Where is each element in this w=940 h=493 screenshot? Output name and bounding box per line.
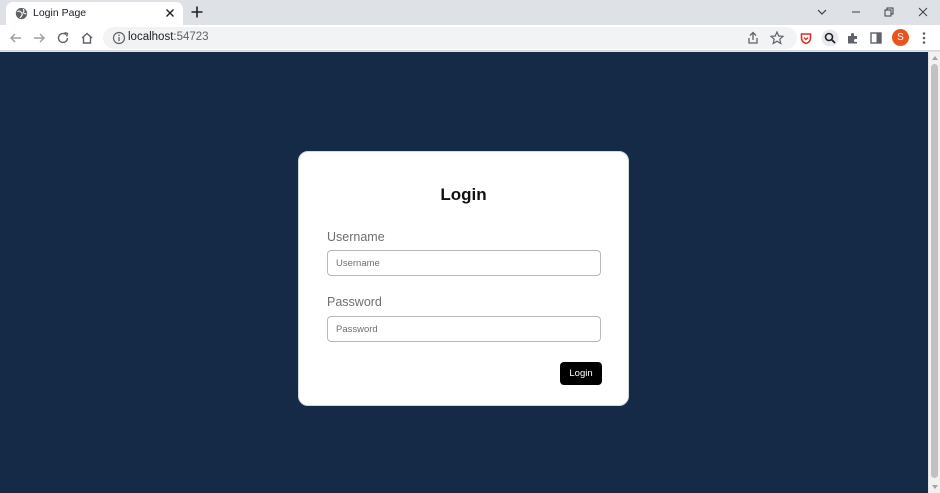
scrollbar-thumb[interactable] xyxy=(931,64,938,478)
extension-shield-icon[interactable] xyxy=(798,30,814,46)
forward-arrow-icon[interactable] xyxy=(31,30,47,46)
close-icon[interactable] xyxy=(164,7,176,19)
url-host: localhost xyxy=(128,31,174,43)
home-icon[interactable] xyxy=(79,30,95,46)
login-card: Login Username Password Login xyxy=(298,151,629,406)
password-input[interactable] xyxy=(327,316,601,342)
username-input[interactable] xyxy=(327,250,601,276)
tab-search-chevron-icon[interactable] xyxy=(814,4,830,20)
zoom-icon[interactable] xyxy=(821,29,839,47)
tab-strip: Login Page xyxy=(0,0,940,25)
minimize-icon[interactable] xyxy=(848,4,864,20)
profile-avatar[interactable]: S xyxy=(892,29,909,46)
share-icon[interactable] xyxy=(745,30,761,46)
side-panel-icon[interactable] xyxy=(868,30,884,46)
address-bar[interactable]: localhost:54723 xyxy=(103,27,797,49)
login-title: Login xyxy=(440,185,487,204)
url-port: :54723 xyxy=(173,31,209,43)
scroll-up-arrow-icon[interactable] xyxy=(932,56,938,60)
new-tab-icon[interactable] xyxy=(190,5,204,19)
scroll-down-arrow-icon[interactable] xyxy=(932,485,938,489)
browser-tab[interactable]: Login Page xyxy=(6,2,183,25)
password-label: Password xyxy=(327,295,382,309)
username-label: Username xyxy=(327,230,385,244)
restore-icon[interactable] xyxy=(881,4,897,20)
bookmark-star-icon[interactable] xyxy=(769,30,785,46)
window-close-icon[interactable] xyxy=(915,4,931,20)
page-viewport: Login Username Password Login xyxy=(0,52,928,493)
more-menu-icon[interactable] xyxy=(916,30,932,46)
globe-icon xyxy=(15,7,28,20)
browser-toolbar: localhost:54723 S xyxy=(0,25,940,51)
info-icon[interactable] xyxy=(112,31,126,45)
tab-title: Login Page xyxy=(33,7,87,19)
extensions-puzzle-icon[interactable] xyxy=(845,30,861,46)
url-text: localhost:54723 xyxy=(128,31,209,43)
reload-icon[interactable] xyxy=(55,30,71,46)
login-button[interactable]: Login xyxy=(560,362,602,385)
vertical-scrollbar[interactable] xyxy=(928,52,940,493)
back-arrow-icon[interactable] xyxy=(8,30,24,46)
